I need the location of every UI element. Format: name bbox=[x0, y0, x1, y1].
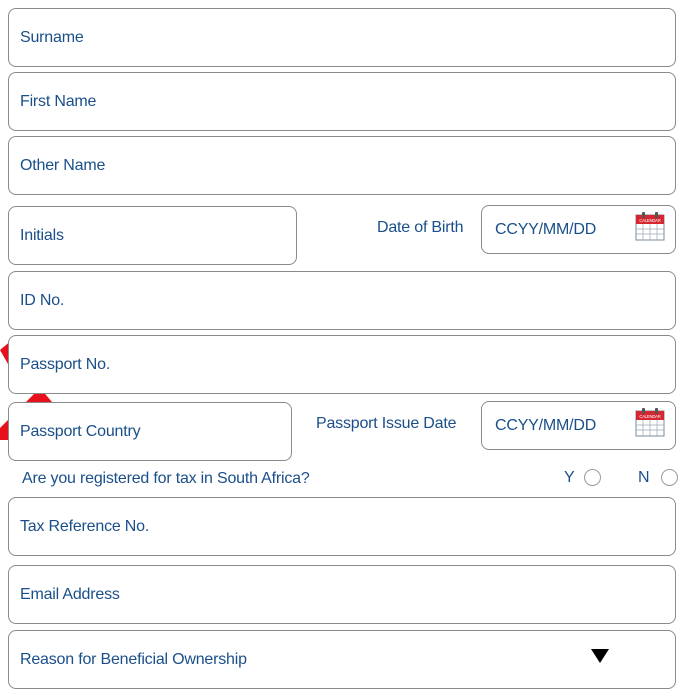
calendar-icon[interactable]: CALENDAR bbox=[635, 407, 665, 437]
passport-issue-date-placeholder: CCYY/MM/DD bbox=[495, 416, 597, 434]
passport-issue-date-label: Passport Issue Date bbox=[316, 415, 457, 432]
passport-country-label: Passport Country bbox=[20, 422, 141, 440]
dropdown-arrow-icon[interactable] bbox=[591, 649, 609, 663]
date-of-birth-placeholder: CCYY/MM/DD bbox=[495, 220, 597, 238]
calendar-icon-text: CALENDAR bbox=[639, 218, 660, 223]
other-name-label: Other Name bbox=[20, 156, 106, 174]
email-address-field[interactable]: Email Address bbox=[8, 565, 676, 624]
surname-field[interactable]: Surname bbox=[8, 8, 676, 67]
surname-label: Surname bbox=[20, 28, 84, 46]
tax-no-radio[interactable] bbox=[661, 469, 678, 486]
initials-label: Initials bbox=[20, 226, 64, 244]
id-no-label: ID No. bbox=[20, 291, 65, 309]
tax-yes-label: Y bbox=[564, 469, 575, 486]
email-address-label: Email Address bbox=[20, 585, 120, 603]
first-name-label: First Name bbox=[20, 92, 97, 110]
id-no-field[interactable]: ID No. bbox=[8, 271, 676, 330]
tax-reference-label: Tax Reference No. bbox=[20, 517, 150, 535]
other-name-field[interactable]: Other Name bbox=[8, 136, 676, 195]
passport-country-field[interactable]: Passport Country bbox=[8, 402, 292, 461]
calendar-icon[interactable]: CALENDAR bbox=[635, 211, 665, 241]
reason-for-beneficial-ownership-select[interactable]: Reason for Beneficial Ownership bbox=[8, 630, 676, 689]
calendar-icon-text: CALENDAR bbox=[639, 414, 660, 419]
tax-no-label: N bbox=[638, 469, 650, 486]
passport-no-label: Passport No. bbox=[20, 355, 111, 373]
date-of-birth-input[interactable]: CCYY/MM/DD CALENDAR bbox=[481, 205, 676, 254]
passport-no-field[interactable]: Passport No. bbox=[8, 335, 676, 394]
tax-question-label: Are you registered for tax in South Afri… bbox=[22, 470, 310, 487]
tax-yes-radio[interactable] bbox=[584, 469, 601, 486]
initials-field[interactable]: Initials bbox=[8, 206, 297, 265]
passport-issue-date-input[interactable]: CCYY/MM/DD CALENDAR bbox=[481, 401, 676, 450]
first-name-field[interactable]: First Name bbox=[8, 72, 676, 131]
date-of-birth-label: Date of Birth bbox=[377, 219, 464, 236]
tax-reference-field[interactable]: Tax Reference No. bbox=[8, 497, 676, 556]
reason-label: Reason for Beneficial Ownership bbox=[20, 650, 247, 668]
